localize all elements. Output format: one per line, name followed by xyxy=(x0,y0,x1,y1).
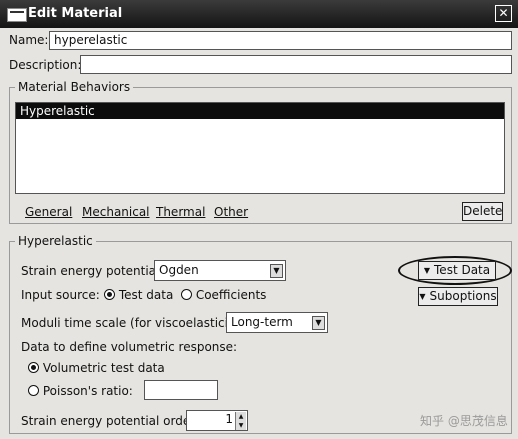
name-label: Name: xyxy=(9,33,49,47)
radio-unselected-icon xyxy=(28,385,39,396)
volumetric-label: Data to define volumetric response: xyxy=(21,340,238,354)
description-label: Description: xyxy=(9,58,82,72)
menu-other[interactable]: Other xyxy=(214,205,248,219)
order-spinner[interactable]: 1 ▲ ▼ xyxy=(186,410,248,431)
triangle-down-icon: ▼ xyxy=(419,292,426,301)
strain-energy-select[interactable]: Ogden ▼ xyxy=(154,260,286,281)
radio-volumetric-test-data[interactable]: Volumetric test data xyxy=(28,361,165,375)
spinner-arrows-icon[interactable]: ▲ ▼ xyxy=(235,412,246,430)
delete-button[interactable]: Delete xyxy=(462,202,503,221)
moduli-value: Long-term xyxy=(231,315,293,329)
name-field[interactable]: hyperelastic xyxy=(49,31,512,50)
watermark: 知乎 @思茂信息 xyxy=(420,414,508,428)
order-value: 1 xyxy=(225,412,233,426)
test-data-button[interactable]: ▼ Test Data xyxy=(418,261,496,280)
suboptions-button[interactable]: ▼ Suboptions xyxy=(418,287,498,306)
list-item[interactable]: Hyperelastic xyxy=(16,103,504,119)
triangle-down-icon: ▼ xyxy=(423,266,431,275)
order-label: Strain energy potential order: xyxy=(21,414,200,428)
radio-selected-icon xyxy=(28,362,39,373)
input-source-label: Input source: xyxy=(21,288,100,302)
close-icon: ✕ xyxy=(498,6,509,20)
menu-mechanical[interactable]: Mechanical xyxy=(82,205,150,219)
moduli-select[interactable]: Long-term ▼ xyxy=(226,312,328,333)
material-behaviors-title: Material Behaviors xyxy=(15,80,134,94)
radio-poisson-label: Poisson's ratio: xyxy=(42,384,133,398)
menu-general[interactable]: General xyxy=(25,205,72,219)
behaviors-list[interactable]: Hyperelastic xyxy=(15,102,505,194)
title-bar: Edit Material ✕ xyxy=(0,0,518,28)
strain-energy-value: Ogden xyxy=(159,263,199,277)
moduli-label: Moduli time scale (for viscoelasticity): xyxy=(21,316,249,330)
radio-unselected-icon xyxy=(181,289,192,300)
suboptions-button-label: Suboptions xyxy=(429,289,497,303)
radio-poisson[interactable]: Poisson's ratio: xyxy=(28,384,133,398)
window-title: Edit Material xyxy=(28,6,123,21)
radio-coefficients[interactable]: Coefficients xyxy=(181,288,266,302)
radio-selected-icon xyxy=(104,289,115,300)
poisson-ratio-field[interactable] xyxy=(144,380,218,400)
strain-energy-label: Strain energy potential: xyxy=(21,264,164,278)
test-data-button-label: Test Data xyxy=(434,263,491,277)
radio-test-data-label: Test data xyxy=(118,288,174,302)
radio-coefficients-label: Coefficients xyxy=(195,288,267,302)
description-field[interactable] xyxy=(80,55,512,74)
radio-volumetric-label: Volumetric test data xyxy=(42,361,165,375)
radio-test-data[interactable]: Test data xyxy=(104,288,173,302)
chevron-down-icon: ▼ xyxy=(312,316,325,330)
chevron-down-icon: ▼ xyxy=(270,264,283,278)
window-icon xyxy=(7,8,27,22)
menu-thermal[interactable]: Thermal xyxy=(156,205,205,219)
close-button[interactable]: ✕ xyxy=(495,5,512,22)
hyperelastic-title: Hyperelastic xyxy=(15,234,96,248)
